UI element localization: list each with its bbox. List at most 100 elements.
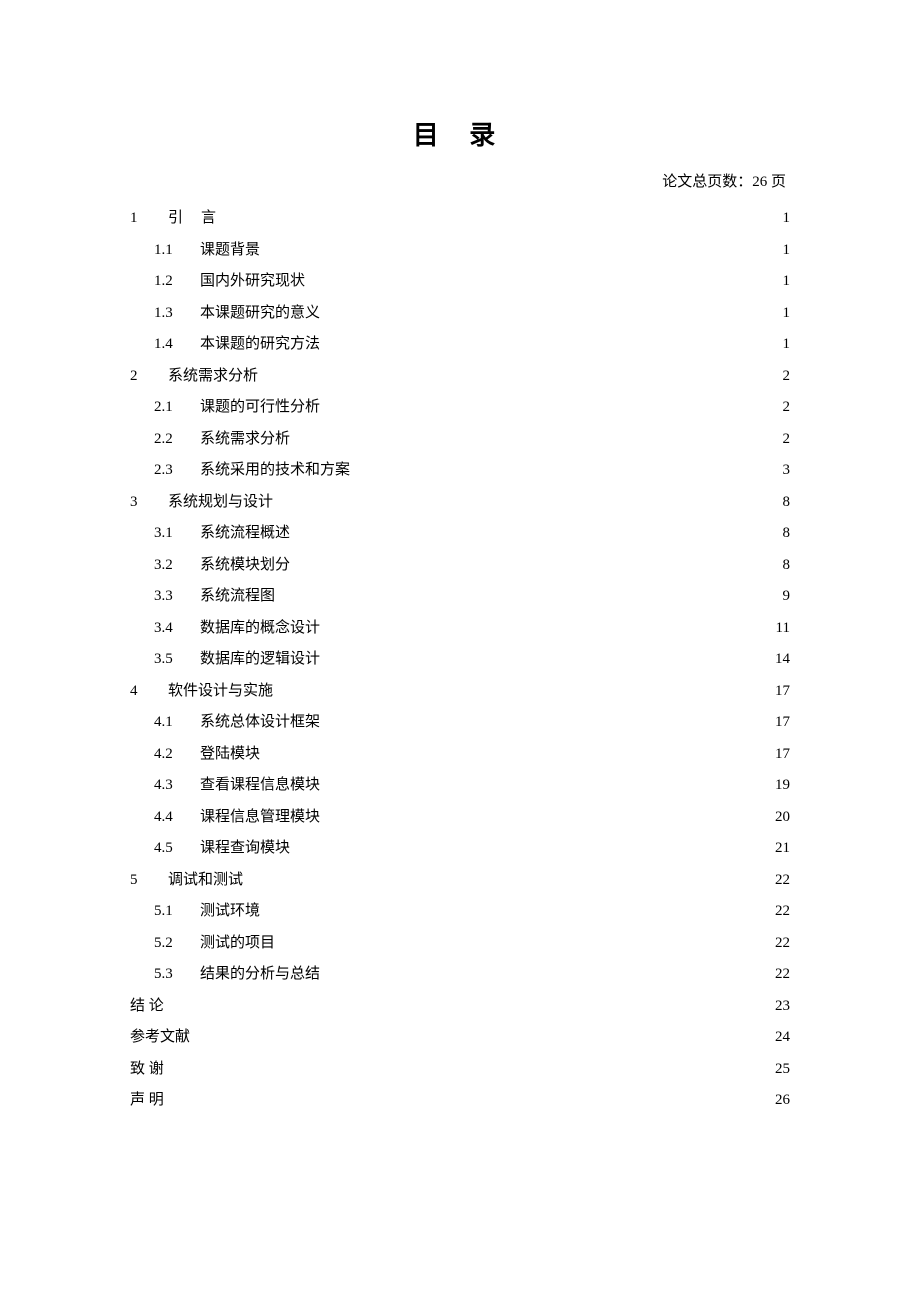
toc-entry-page: 11: [774, 613, 790, 645]
toc-entry: 3.5数据库的逻辑设计 14: [130, 644, 790, 676]
toc-entry-label: 致 谢: [130, 1054, 164, 1086]
toc-entry: 1.2国内外研究现状1: [130, 266, 790, 298]
toc-leader-dots: [234, 207, 780, 222]
toc-entry-number: 1.4: [154, 329, 200, 361]
toc-entry-page: 8: [781, 518, 791, 550]
toc-entry-page: 2: [781, 361, 791, 393]
toc-entry-page: 1: [781, 203, 791, 235]
toc-entry: 3系统规划与设计8: [130, 487, 790, 519]
toc-leader-dots: [164, 995, 773, 1010]
toc-entry-number: 3.2: [154, 550, 200, 582]
toc-entry-page: 2: [781, 392, 791, 424]
toc-leader-dots: [305, 270, 780, 285]
toc-entry-page: 23: [773, 991, 790, 1023]
toc-entry-label: 系统流程图: [200, 581, 275, 613]
toc-entry-page: 8: [781, 487, 791, 519]
toc-entry-number: 4.5: [154, 833, 200, 865]
toc-entry-page: 14: [773, 644, 790, 676]
toc-entry: 5.3结果的分析与总结 22: [130, 959, 790, 991]
page-count-label: 论文总页数：26 页: [130, 170, 790, 191]
toc-entry-number: 5.2: [154, 928, 200, 960]
toc-entry-label: 系统总体设计框架: [200, 707, 320, 739]
toc-leader-dots: [320, 648, 773, 663]
toc-entry-label: 结 论: [130, 991, 164, 1023]
toc-entry: 3.4数据库的概念设计11: [130, 613, 790, 645]
toc-leader-dots: [275, 932, 773, 947]
toc-entry-number: 4: [130, 676, 168, 708]
toc-entry: 3.3系统流程图9: [130, 581, 790, 613]
toc-entry-page: 1: [781, 235, 791, 267]
toc-entry-page: 22: [773, 928, 790, 960]
toc-entry-page: 3: [781, 455, 791, 487]
toc-entry-page: 22: [773, 959, 790, 991]
toc-entry: 声 明 26: [130, 1085, 790, 1117]
toc-entry: 1引言1: [130, 203, 790, 235]
toc-entry-label: 查看课程信息模块: [200, 770, 320, 802]
toc-entry: 致 谢 25: [130, 1054, 790, 1086]
toc-entry-number: 3: [130, 487, 168, 519]
toc-entry-page: 8: [781, 550, 791, 582]
toc-entry: 2.3系统采用的技术和方案3: [130, 455, 790, 487]
toc-entry-number: 4.3: [154, 770, 200, 802]
toc-entry: 4.3查看课程信息模块 19: [130, 770, 790, 802]
toc-entry-number: 5.1: [154, 896, 200, 928]
toc-entry: 2系统需求分析2: [130, 361, 790, 393]
toc-leader-dots: [290, 428, 780, 443]
toc-entry-page: 22: [773, 865, 790, 897]
toc-entry-label: 数据库的逻辑设计: [200, 644, 320, 676]
toc-entry-page: 26: [773, 1085, 790, 1117]
toc-leader-dots: [320, 963, 773, 978]
toc-leader-dots: [273, 491, 780, 506]
toc-entry: 参考文献24: [130, 1022, 790, 1054]
toc-entry-page: 1: [781, 298, 791, 330]
toc-entry-page: 17: [773, 707, 790, 739]
toc-entry-page: 21: [773, 833, 790, 865]
toc-leader-dots: [164, 1089, 773, 1104]
toc-entry-label: 结果的分析与总结: [200, 959, 320, 991]
toc-entry-page: 22: [773, 896, 790, 928]
toc-entry-number: 1: [130, 203, 168, 235]
toc-entry-page: 1: [781, 329, 791, 361]
toc-entry-label: 声 明: [130, 1085, 164, 1117]
toc-leader-dots: [275, 585, 780, 600]
toc-leader-dots: [243, 869, 773, 884]
toc-entry-number: 2.1: [154, 392, 200, 424]
toc-entry-label: 课题的可行性分析: [200, 392, 320, 424]
toc-entry-label: 软件设计与实施: [168, 676, 273, 708]
toc-entry: 1.3本课题研究的意义1: [130, 298, 790, 330]
toc-entry-number: 2.2: [154, 424, 200, 456]
toc-entry-page: 25: [773, 1054, 790, 1086]
toc-entry-label: 数据库的概念设计: [200, 613, 320, 645]
toc-leader-dots: [290, 522, 780, 537]
toc-entry-page: 17: [773, 676, 790, 708]
toc-entry-label: 系统模块划分: [200, 550, 290, 582]
toc-leader-dots: [320, 333, 780, 348]
toc-entry-label: 系统采用的技术和方案: [200, 455, 350, 487]
toc-entry-page: 19: [773, 770, 790, 802]
toc-entry: 1.1课题背景 1: [130, 235, 790, 267]
toc-leader-dots: [164, 1058, 773, 1073]
toc-leader-dots: [350, 459, 780, 474]
toc-entry-number: 5.3: [154, 959, 200, 991]
toc-entry: 2.1课题的可行性分析 2: [130, 392, 790, 424]
toc-entry-label: 测试的项目: [200, 928, 275, 960]
toc-entry: 5调试和测试22: [130, 865, 790, 897]
toc-entry-number: 3.5: [154, 644, 200, 676]
toc-entry-label: 课题背景: [200, 235, 260, 267]
toc-entry-label: 登陆模块: [200, 739, 260, 771]
toc-entry-label: 测试环境: [200, 896, 260, 928]
toc-entry-label: 国内外研究现状: [200, 266, 305, 298]
toc-entry: 3.2系统模块划分 8: [130, 550, 790, 582]
toc-leader-dots: [260, 900, 773, 915]
toc-leader-dots: [320, 774, 773, 789]
toc-entry: 1.4本课题的研究方法1: [130, 329, 790, 361]
toc-entry-number: 2: [130, 361, 168, 393]
toc-leader-dots: [260, 239, 780, 254]
toc-leader-dots: [260, 743, 773, 758]
toc-entry-number: 1.1: [154, 235, 200, 267]
toc-entry: 5.2测试的项目 22: [130, 928, 790, 960]
toc-entry-number: 3.1: [154, 518, 200, 550]
toc-leader-dots: [290, 554, 780, 569]
toc-entry-number: 4.4: [154, 802, 200, 834]
toc-leader-dots: [258, 365, 780, 380]
